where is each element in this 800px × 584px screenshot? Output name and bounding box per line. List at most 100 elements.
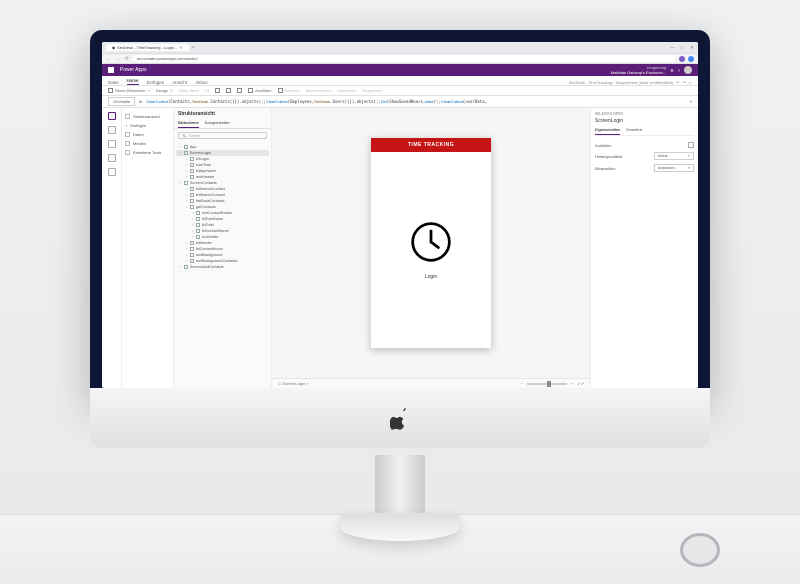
underline-icon[interactable] [237, 88, 242, 93]
zoom-out-button[interactable]: − [521, 381, 523, 386]
app-launcher-icon[interactable] [108, 67, 114, 73]
font-dropdown[interactable]: Open Sans [179, 88, 199, 93]
ribbon-tab-insert[interactable]: Einfügen [147, 80, 165, 85]
settings-icon[interactable]: ⚙ [670, 68, 674, 73]
login-label[interactable]: Login [425, 274, 437, 280]
browser-tab[interactable]: ◆ SevDesk - TimeTracking - Login... ✕ [106, 44, 189, 51]
window-minimize-button[interactable]: — [670, 45, 675, 51]
browser-tab-strip: ◆ SevDesk - TimeTracking - Login... ✕ + … [102, 42, 698, 54]
prop-tab-advanced[interactable]: Erweitert [626, 127, 642, 135]
rail-insert-icon[interactable] [108, 126, 116, 134]
powerapps-header: Power Apps Umgebung Matthias Oskamp's En… [102, 64, 698, 76]
nav-reload-icon[interactable]: ⟳ [124, 56, 130, 62]
group-button[interactable]: Gruppieren [362, 88, 382, 93]
user-avatar[interactable] [684, 66, 692, 74]
rail-tools-icon[interactable] [108, 168, 116, 176]
ribbon-tab-view[interactable]: Ansicht [172, 80, 187, 85]
formula-expand-icon[interactable]: ˅ [690, 99, 692, 104]
formula-bar: OnVisible fx ClearCollect(Contacts,SevDe… [102, 96, 698, 108]
environment-label: Umgebung [611, 65, 666, 70]
clock-icon [409, 220, 453, 264]
canvas-stage[interactable]: TIME TRACKING Login [272, 108, 590, 378]
address-text: dev.create.powerapps.com/studio/ [137, 56, 198, 61]
align-button[interactable]: Ausrichten [337, 88, 356, 93]
property-selector[interactable]: OnVisible [108, 97, 135, 106]
tab-title: SevDesk - TimeTracking - Login... [117, 45, 177, 50]
environment-name[interactable]: Matthias Oskamp's Environm... [611, 70, 666, 75]
left-pane-insert[interactable]: +Einfügen [125, 121, 170, 130]
imac-stand [340, 455, 460, 545]
new-screen-button[interactable]: Neuer Bildschirm˅ [108, 88, 150, 93]
tree-node[interactable]: ˅ScreenAddContacts [176, 264, 269, 270]
tree-list: ˅App˅ScreenLogin˅lblLogin˅IconTime˅lblAp… [174, 142, 271, 388]
prop-bgimage-label: Hintergrundbild [595, 154, 622, 159]
fit-screen-button[interactable]: ↙↗ [577, 381, 584, 386]
tree-tab-components[interactable]: Komponenten [205, 120, 230, 128]
rail-media-icon[interactable] [108, 154, 116, 162]
prop-category: BILDSCHIRM [595, 111, 694, 116]
tab-close-icon[interactable]: ✕ [179, 45, 182, 50]
left-pane-data[interactable]: Daten [125, 130, 170, 139]
properties-panel: BILDSCHIRM ScreenLogin Eigenschaften Erw… [590, 108, 698, 388]
prop-bgimage-dropdown[interactable]: Keine˅ [654, 152, 694, 160]
canvas-footer: ☐ ScreenLogin ˅ − + ↙↗ [272, 378, 590, 388]
formula-input[interactable]: ClearCollect(Contacts,SevDesk.Contacts({… [146, 99, 685, 104]
font-size[interactable]: 13 [205, 88, 209, 93]
ribbon-tab-home[interactable]: Home [127, 78, 139, 85]
fill-button[interactable]: Ausfüllen [248, 88, 271, 93]
ribbon-tabs: Datei Home Einfügen Ansicht Aktion SevDe… [102, 76, 698, 86]
canvas-area: TIME TRACKING Login [272, 108, 590, 388]
app-title-bar: TIME TRACKING [371, 138, 491, 152]
border-button[interactable]: Rahmen [278, 88, 300, 93]
prop-tab-properties[interactable]: Eigenschaften [595, 127, 620, 135]
reorder-button[interactable]: Neu anordnen [306, 88, 331, 93]
apple-logo-icon [390, 406, 410, 430]
prop-bgpos-label: Bildposition [595, 166, 615, 171]
nav-back-icon[interactable]: ← [106, 56, 112, 62]
window-close-button[interactable]: ✕ [690, 45, 694, 51]
fx-label: fx [139, 99, 142, 104]
imac-chin [90, 388, 710, 448]
profile-icon[interactable] [688, 56, 694, 62]
undo-icon[interactable]: ↶ [676, 80, 679, 85]
extension-icon[interactable] [679, 56, 685, 62]
left-pane: Strukturansicht +Einfügen Daten Medien E… [122, 108, 174, 388]
italic-icon[interactable] [226, 88, 231, 93]
preview-icon[interactable]: ▷ [689, 80, 692, 85]
redo-icon[interactable]: ↷ [683, 80, 686, 85]
search-icon: 🔍 [182, 134, 186, 138]
help-icon[interactable]: ? [678, 68, 680, 73]
left-pane-tree[interactable]: Strukturansicht [125, 112, 170, 121]
app-preview-phone: TIME TRACKING Login [371, 138, 491, 348]
ribbon-tab-file[interactable]: Datei [108, 80, 119, 85]
app-breadcrumb: SevDesk - TimeTracking - Gespeichert (ni… [569, 80, 673, 85]
zoom-in-button[interactable]: + [571, 381, 573, 386]
tree-view-title: Strukturansicht [174, 108, 271, 120]
bold-icon[interactable] [215, 88, 220, 93]
tab-favicon: ◆ [112, 45, 115, 50]
tree-tab-screens[interactable]: Bildschirme [178, 120, 199, 128]
ribbon-tab-action[interactable]: Aktion [195, 80, 208, 85]
window-maximize-button[interactable]: □ [681, 45, 684, 51]
zoom-slider[interactable] [527, 383, 567, 385]
prop-fill-swatch[interactable] [688, 142, 694, 148]
imac-frame: ◆ SevDesk - TimeTracking - Login... ✕ + … [90, 30, 710, 460]
prop-object-name: ScreenLogin [595, 118, 694, 124]
screen: ◆ SevDesk - TimeTracking - Login... ✕ + … [102, 42, 698, 388]
left-pane-tools[interactable]: Erweiterte Tools [125, 148, 170, 157]
nav-forward-icon[interactable]: → [115, 56, 121, 62]
theme-button[interactable]: Design˅ [156, 88, 173, 93]
new-tab-button[interactable]: + [192, 45, 195, 51]
prop-fill-label: Ausfüllen [595, 143, 611, 148]
desk-grommet [680, 533, 720, 567]
prop-bgpos-dropdown[interactable]: Anpassen˅ [654, 164, 694, 172]
address-bar[interactable]: dev.create.powerapps.com/studio/ [133, 55, 676, 62]
rail-data-icon[interactable] [108, 140, 116, 148]
tree-view-panel: Strukturansicht Bildschirme Komponenten … [174, 108, 272, 388]
tree-search-input[interactable]: 🔍 Suchen [178, 132, 267, 139]
left-rail [102, 108, 122, 388]
product-name: Power Apps [120, 67, 147, 73]
left-pane-media[interactable]: Medien [125, 139, 170, 148]
selected-screen-crumb[interactable]: ☐ ScreenLogin ˅ [278, 381, 309, 386]
rail-tree-icon[interactable] [108, 112, 116, 120]
